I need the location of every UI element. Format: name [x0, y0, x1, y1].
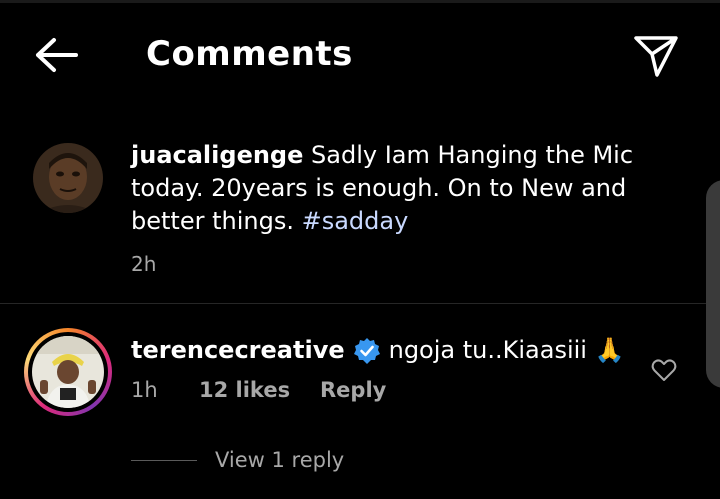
avatar-ring-gap [28, 332, 108, 412]
hashtag-link[interactable]: #sadday [302, 207, 409, 235]
comment-text: ngoja tu..Kiaasiii 🙏 [388, 336, 625, 364]
view-replies-button[interactable]: View 1 reply [131, 448, 344, 472]
comment-meta: 1h 12 likes Reply [131, 378, 386, 402]
like-button[interactable] [648, 355, 680, 385]
view-replies-label: View 1 reply [215, 448, 345, 472]
share-button[interactable] [628, 28, 684, 84]
header: Comments [0, 0, 720, 110]
portrait-image [32, 336, 104, 408]
likes-count[interactable]: 12 likes [199, 378, 320, 402]
reply-thread-line [131, 459, 197, 461]
scroll-edge-panel [706, 180, 720, 388]
comment-timestamp: 1h [131, 378, 158, 402]
caption-username[interactable]: juacaligenge [131, 141, 303, 169]
portrait-image [33, 143, 103, 213]
paper-plane-icon [634, 36, 678, 77]
caption-author-avatar[interactable] [33, 143, 103, 213]
arrow-left-icon [36, 38, 78, 72]
comment-author-avatar[interactable] [24, 328, 112, 416]
caption-timestamp: 2h [131, 252, 157, 276]
comment-username[interactable]: terencecreative [131, 334, 345, 367]
divider [0, 303, 720, 304]
caption-body: juacaligenge Sadly Iam Hanging the Mic t… [131, 139, 661, 238]
verified-badge-icon [353, 337, 381, 365]
avatar [32, 336, 104, 408]
comment-body: terencecreative ngoja tu..Kiaasiii 🙏 [131, 334, 624, 367]
heart-outline-icon [651, 359, 677, 381]
reply-button[interactable]: Reply [320, 378, 386, 402]
back-button[interactable] [28, 32, 84, 78]
page-title: Comments [146, 34, 353, 74]
